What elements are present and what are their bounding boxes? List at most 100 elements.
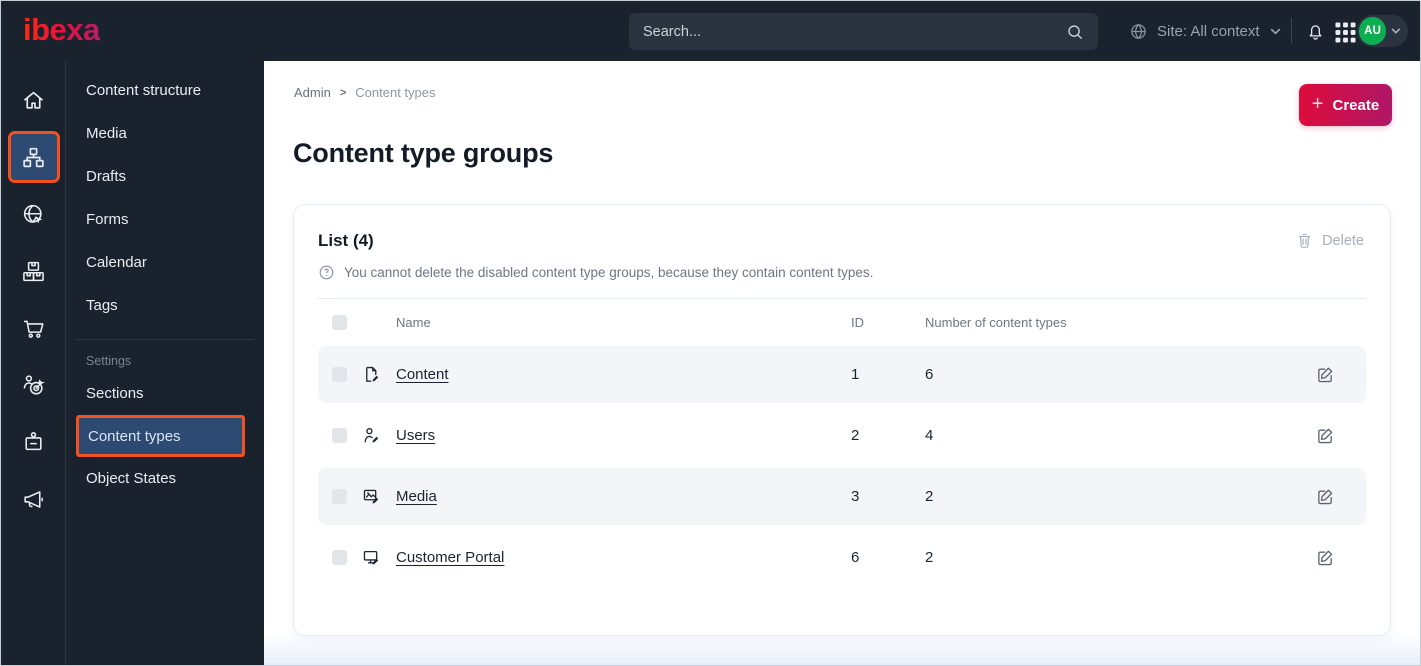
table-header: Name ID Number of content types [318, 299, 1366, 346]
edit-icon [1318, 489, 1333, 505]
grid-icon [1334, 21, 1356, 43]
sidebar-item-commerce[interactable] [11, 305, 57, 351]
search-icon[interactable] [1066, 23, 1084, 41]
sidebar-item-dashboard[interactable] [11, 77, 57, 123]
group-count: 6 [925, 366, 934, 383]
sidebar-item-tags[interactable]: Tags [66, 284, 264, 327]
plus-icon: + [1311, 93, 1324, 115]
edit-group-button[interactable] [1316, 363, 1340, 387]
sidebar-item-object-states[interactable]: Object States [66, 457, 264, 500]
trash-icon [1298, 233, 1311, 248]
sidebar-item-site[interactable] [11, 191, 57, 237]
sidebar-item-calendar[interactable]: Calendar [66, 241, 264, 284]
main-icon-sidebar [1, 61, 66, 665]
row-checkbox[interactable] [332, 550, 347, 565]
table-row: Customer Portal 6 2 [318, 529, 1366, 586]
table-row: Content 1 6 [318, 346, 1366, 403]
list-title: List (4) [318, 231, 374, 250]
products-boxes-icon [23, 261, 44, 281]
home-icon [24, 91, 43, 109]
list-info-text: You cannot delete the disabled content t… [344, 265, 874, 280]
group-id: 3 [851, 488, 860, 505]
content-type-groups-card: List (4) You cannot delete the disabled … [293, 204, 1391, 636]
sidebar-item-personalization[interactable] [11, 362, 57, 408]
chevron-down-icon [1391, 28, 1401, 34]
app-switcher-button[interactable] [1333, 20, 1357, 44]
cart-icon [23, 320, 44, 338]
edit-group-button[interactable] [1316, 424, 1340, 448]
secondary-sidebar: Content structure Media Drafts Forms Cal… [66, 61, 264, 665]
group-link[interactable]: Media [396, 488, 437, 505]
site-context-label: Site: All context [1157, 22, 1260, 40]
topbar-divider [1291, 18, 1292, 44]
breadcrumb-current: Content types [355, 85, 436, 100]
group-id: 6 [851, 549, 860, 566]
user-edit-icon [364, 427, 379, 443]
bell-icon [1309, 24, 1321, 40]
select-all-checkbox[interactable] [332, 315, 347, 330]
content-type-groups-table: Name ID Number of content types Content … [318, 298, 1366, 586]
bottom-gradient [264, 632, 1420, 665]
sidebar-item-drafts[interactable]: Drafts [66, 155, 264, 198]
global-search[interactable] [629, 13, 1098, 50]
sidebar-item-media[interactable]: Media [66, 112, 264, 155]
help-circle-icon [319, 265, 334, 280]
site-globe-icon [23, 204, 43, 223]
sitemap-icon [23, 147, 44, 167]
edit-icon [1318, 367, 1333, 383]
sidebar-item-content[interactable] [7, 131, 60, 183]
notifications-button[interactable] [1303, 19, 1327, 43]
app-window: ibexa Site: All context AU [0, 0, 1421, 666]
group-count: 4 [925, 427, 934, 444]
row-checkbox[interactable] [332, 489, 347, 504]
sidebar-item-campaigns[interactable] [11, 476, 57, 522]
personalization-target-icon [23, 374, 45, 395]
main-content: Admin > Content types + Create Content t… [264, 61, 1420, 665]
page-title: Content type groups [293, 138, 554, 168]
table-row: Media 3 2 [318, 468, 1366, 525]
list-info: You cannot delete the disabled content t… [318, 264, 1366, 281]
site-context-selector[interactable]: Site: All context [1129, 15, 1282, 47]
row-checkbox[interactable] [332, 367, 347, 382]
row-checkbox[interactable] [332, 428, 347, 443]
top-bar: ibexa Site: All context AU [1, 1, 1420, 61]
table-row: Users 2 4 [318, 407, 1366, 464]
sidebar-item-forms[interactable]: Forms [66, 198, 264, 241]
group-link[interactable]: Content [396, 366, 449, 383]
edit-icon [1318, 428, 1333, 444]
sidebar-item-content-structure[interactable]: Content structure [66, 69, 264, 112]
column-header-name: Name [396, 315, 431, 330]
avatar: AU [1359, 17, 1387, 45]
user-menu[interactable]: AU [1357, 15, 1408, 47]
ibexa-logo[interactable]: ibexa [23, 12, 100, 48]
column-header-count: Number of content types [925, 315, 1067, 330]
group-id: 2 [851, 427, 860, 444]
breadcrumb-separator: > [339, 86, 347, 99]
edit-icon [1318, 550, 1333, 566]
edit-group-button[interactable] [1316, 546, 1340, 570]
megaphone-icon [24, 490, 43, 508]
id-badge-icon [25, 431, 42, 450]
group-count: 2 [925, 549, 934, 566]
breadcrumb-admin[interactable]: Admin [294, 85, 331, 100]
sidebar-item-products[interactable] [11, 248, 57, 294]
sidebar-item-admin[interactable] [11, 419, 57, 465]
group-link[interactable]: Customer Portal [396, 549, 504, 566]
group-id: 1 [851, 366, 860, 383]
sidebar-item-sections[interactable]: Sections [66, 372, 264, 415]
edit-group-button[interactable] [1316, 485, 1340, 509]
column-header-id: ID [851, 315, 864, 330]
search-input[interactable] [643, 23, 1066, 40]
group-count: 2 [925, 488, 934, 505]
delete-button[interactable]: Delete [1296, 232, 1364, 249]
group-link[interactable]: Users [396, 427, 435, 444]
monitor-edit-icon [363, 550, 379, 565]
chevron-down-icon [1270, 28, 1280, 35]
create-button[interactable]: + Create [1299, 84, 1392, 126]
breadcrumb: Admin > Content types [294, 85, 436, 100]
sidebar-item-content-types[interactable]: Content types [76, 415, 245, 457]
image-edit-icon [363, 489, 379, 504]
sidebar-settings-label: Settings [86, 354, 132, 368]
file-edit-icon [366, 366, 379, 382]
globe-icon [1131, 23, 1146, 39]
